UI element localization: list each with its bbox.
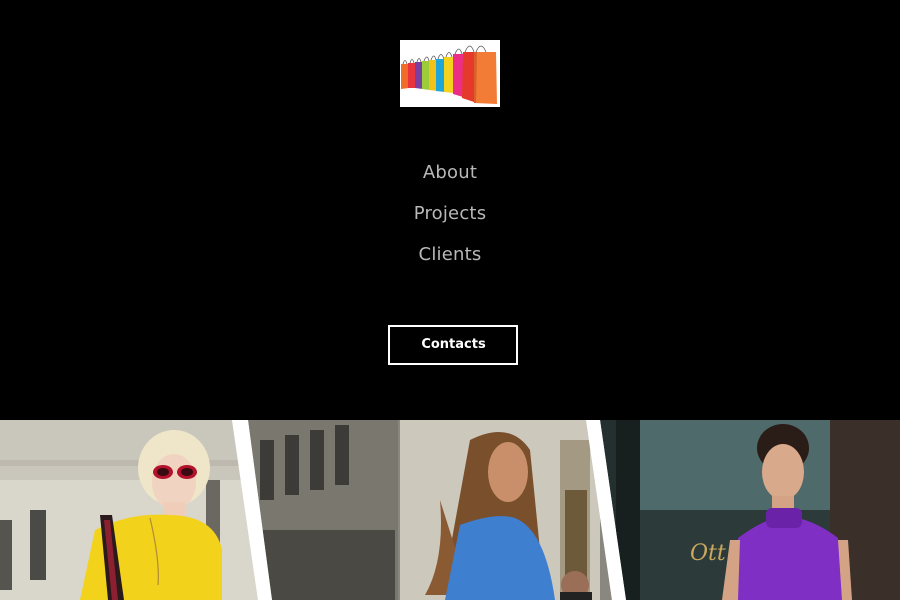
nav-item-projects[interactable]: Projects [414, 193, 487, 234]
shopping-bags-icon [401, 45, 497, 104]
nav-item-about[interactable]: About [423, 152, 477, 193]
nav-item-clients[interactable]: Clients [419, 234, 482, 275]
svg-text:Ott: Ott [690, 541, 726, 566]
site-logo[interactable] [400, 40, 500, 107]
landing-page: About Projects Clients Contacts Ott [0, 0, 900, 600]
photo-gallery: Ott [0, 420, 900, 600]
main-nav: About Projects Clients [0, 152, 900, 275]
contacts-button[interactable]: Contacts [388, 325, 518, 365]
photo-woman-yellow-sweater[interactable] [0, 420, 260, 600]
photo-woman-purple-dress[interactable]: Ott [596, 420, 900, 600]
photo-woman-blue-top[interactable] [240, 420, 620, 600]
